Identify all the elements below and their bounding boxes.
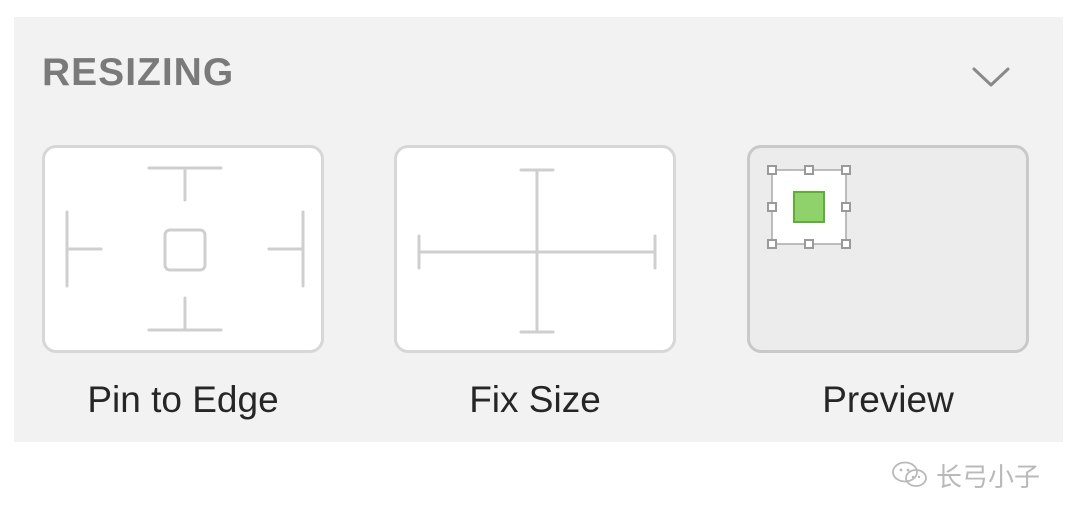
pin-to-edge-icon	[65, 166, 305, 332]
pin-to-edge-label: Pin to Edge	[87, 379, 279, 420]
fix-size-label: Fix Size	[469, 379, 601, 420]
preview-label: Preview	[822, 379, 954, 420]
chevron-down-icon	[972, 67, 1010, 87]
fix-size-option[interactable]	[394, 145, 676, 353]
preview-area	[747, 145, 1029, 353]
collapse-button[interactable]	[966, 57, 1016, 97]
pin-to-edge-option[interactable]	[42, 145, 324, 353]
resizing-panel: RESIZING Pin to Edge Fix Size Preview	[14, 17, 1063, 442]
fix-size-icon	[417, 168, 657, 334]
wechat-icon	[892, 461, 927, 487]
section-title: RESIZING	[42, 51, 235, 94]
watermark-text: 长弓小子	[936, 462, 1041, 493]
watermark: 长弓小子	[890, 455, 1040, 495]
resize-preview-icon	[767, 165, 851, 249]
